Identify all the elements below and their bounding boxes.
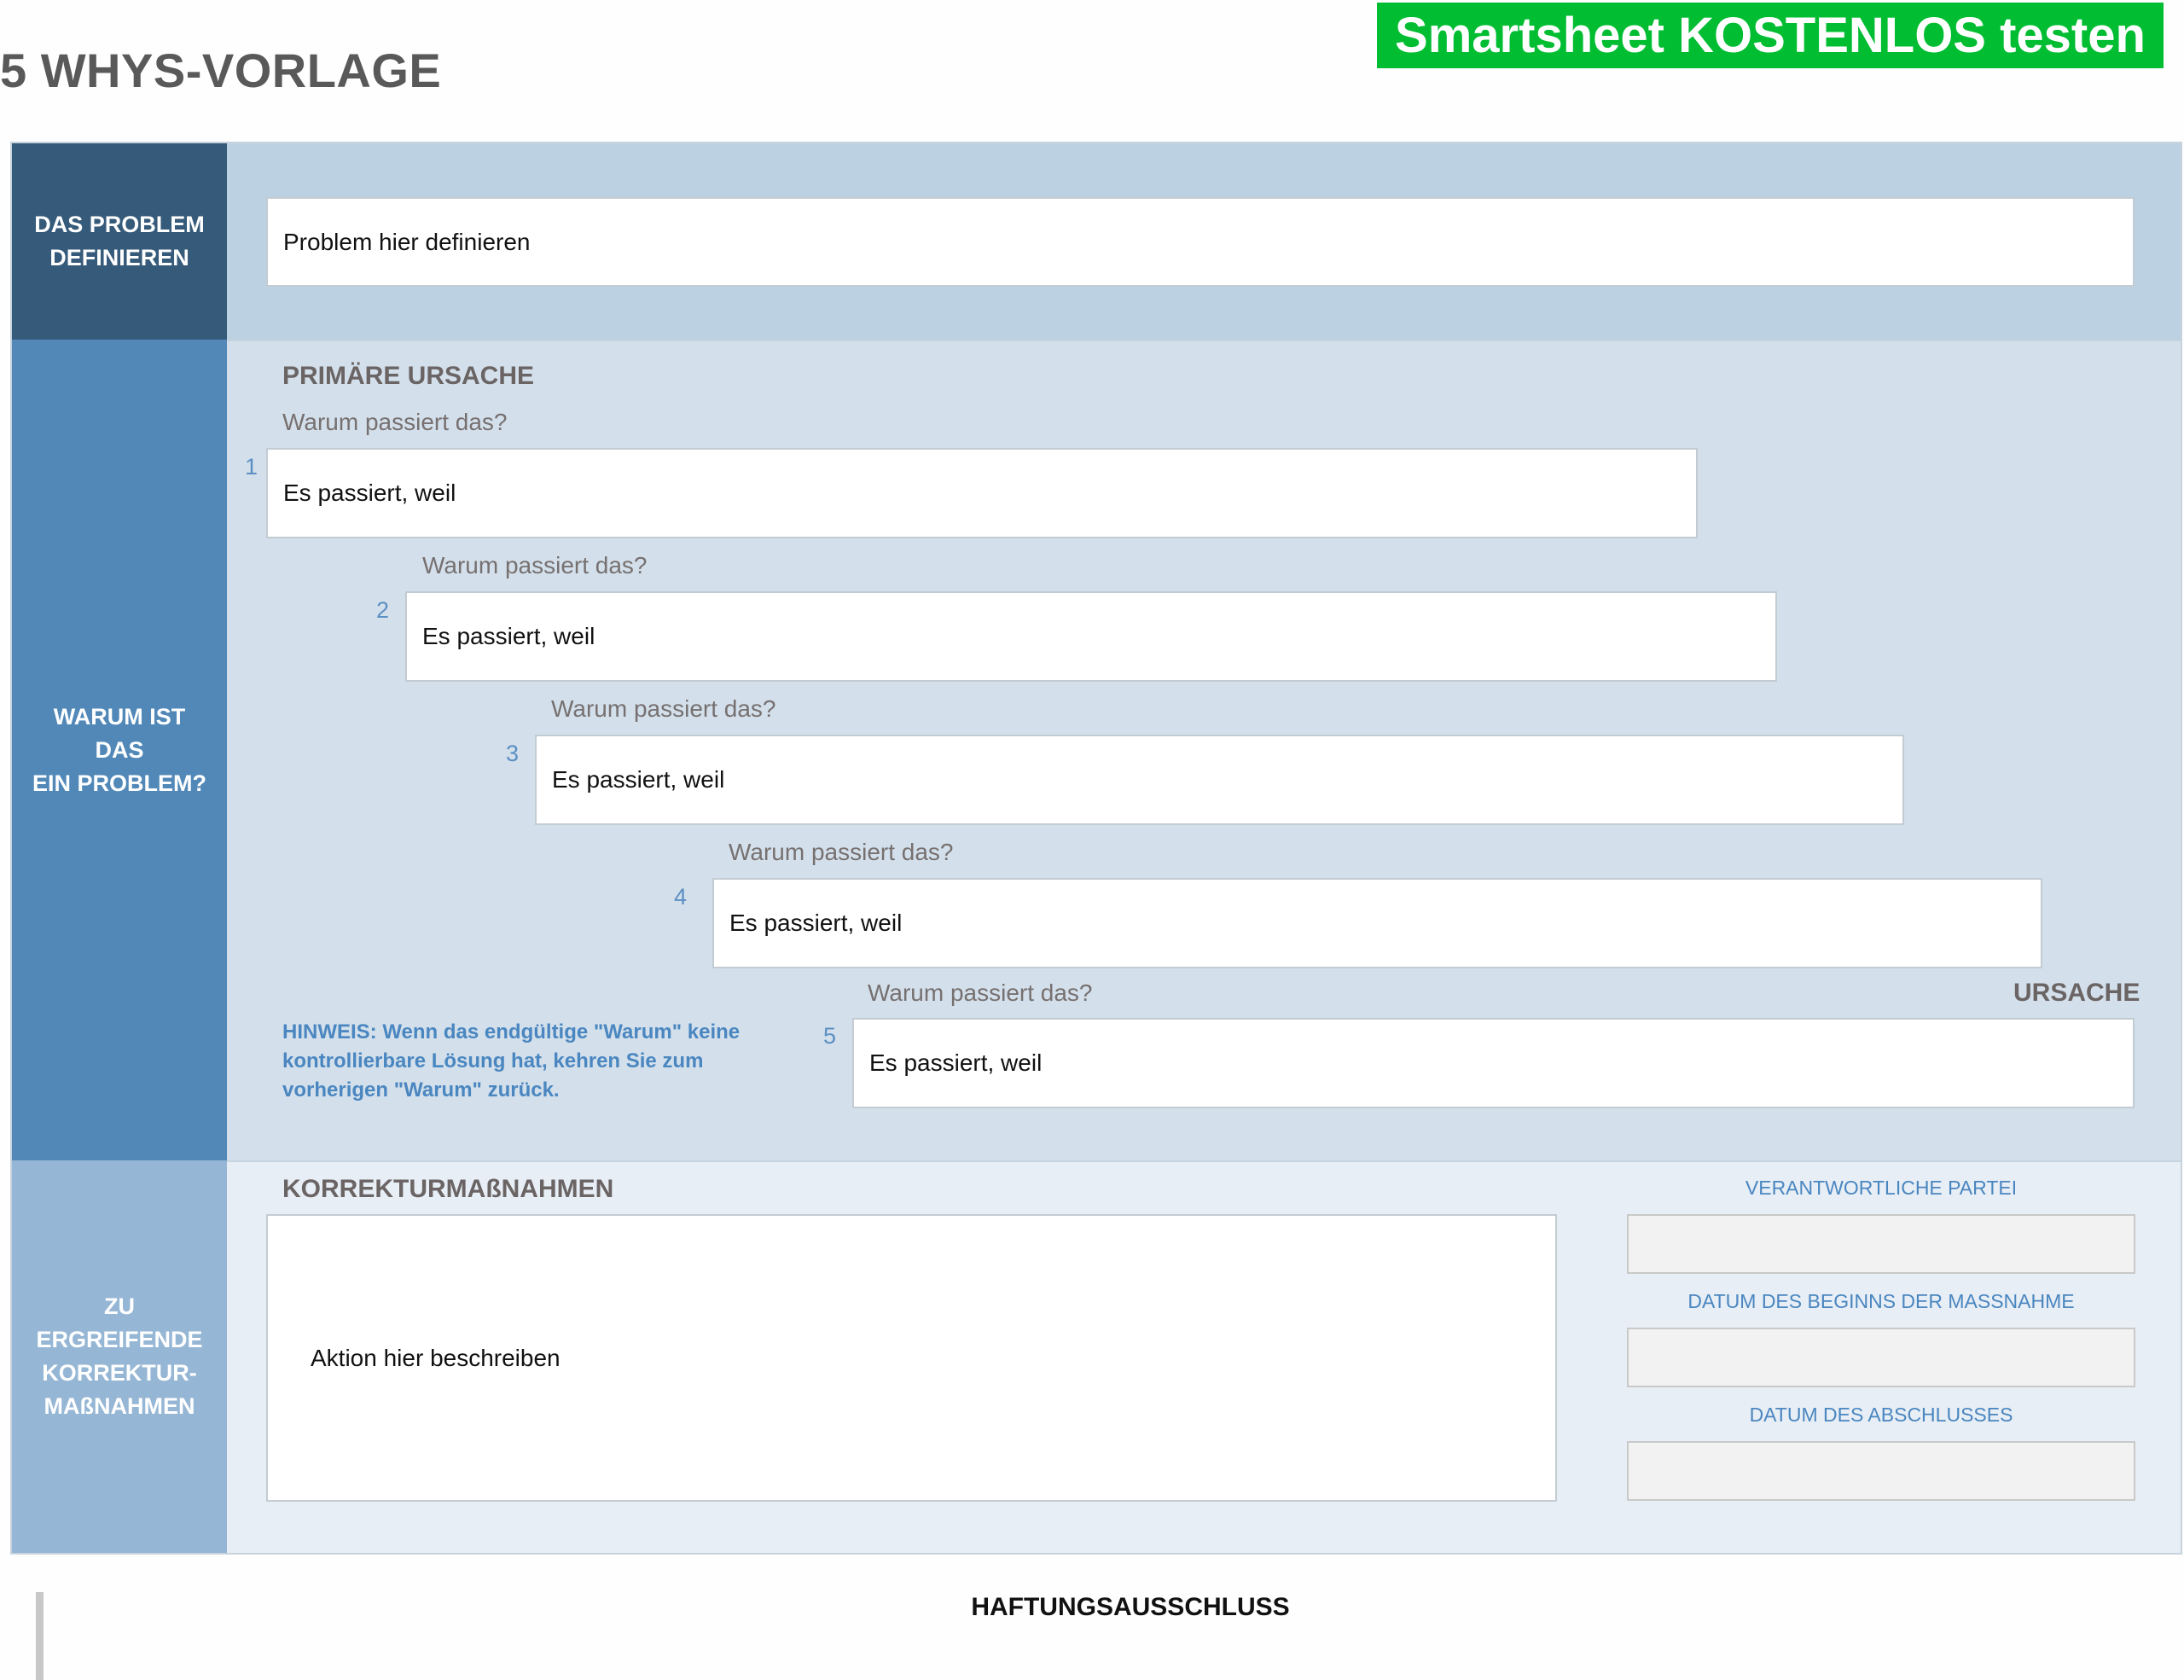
why-question-2: Warum passiert das? (422, 552, 648, 578)
try-smartsheet-button[interactable]: Smartsheet KOSTENLOS testen (1377, 3, 2164, 68)
corrective-actions-heading: KORREKTURMAßNAHMEN (282, 1175, 614, 1203)
action-description-field[interactable]: Aktion hier beschreiben (266, 1214, 1557, 1502)
why-answer-2[interactable]: Es passiert, weil (405, 591, 1777, 682)
section-label-problem: DAS PROBLEM DEFINIEREN (12, 143, 227, 340)
page-title: 5 WHYS-VORLAGE (0, 44, 442, 97)
why-question-3: Warum passiert das? (551, 695, 776, 722)
disclaimer-heading[interactable]: HAFTUNGSAUSSCHLUSS (0, 1593, 2184, 1622)
why-question-5: Warum passiert das? (868, 980, 1093, 1006)
why-answer-3[interactable]: Es passiert, weil (535, 735, 1904, 825)
section-label-actions: ZU ERGREIFENDE KORREKTUR- MAßNAHMEN (12, 1160, 227, 1553)
responsible-party-field[interactable] (1627, 1214, 2135, 1274)
completion-date-field[interactable] (1627, 1441, 2135, 1501)
why-number-3: 3 (506, 741, 520, 766)
why-number-4: 4 (674, 884, 688, 910)
why-number-5: 5 (823, 1023, 837, 1049)
problem-field[interactable]: Problem hier definieren (266, 197, 2135, 287)
hint-note: HINWEIS: Wenn das endgültige "Warum" kei… (282, 1020, 741, 1102)
start-date-field[interactable] (1627, 1328, 2135, 1387)
why-number-1: 1 (245, 454, 258, 480)
why-question-4: Warum passiert das? (729, 839, 954, 865)
start-date-label: DATUM DES BEGINNS DER MASSNAHME (1687, 1290, 2075, 1312)
primary-cause-heading: PRIMÄRE URSACHE (282, 362, 535, 390)
why-answer-1[interactable]: Es passiert, weil (266, 448, 1698, 538)
why-number-2: 2 (376, 597, 390, 623)
cause-heading: URSACHE (2013, 979, 2140, 1007)
completion-date-label: DATUM DES ABSCHLUSSES (1749, 1404, 2013, 1426)
section-label-why: WARUM IST DAS EIN PROBLEM? (12, 340, 227, 1160)
why-answer-4[interactable]: Es passiert, weil (712, 878, 2042, 968)
why-question-1: Warum passiert das? (282, 409, 508, 435)
responsible-party-label: VERANTWORTLICHE PARTEI (1745, 1177, 2018, 1199)
why-answer-5[interactable]: Es passiert, weil (852, 1018, 2135, 1108)
